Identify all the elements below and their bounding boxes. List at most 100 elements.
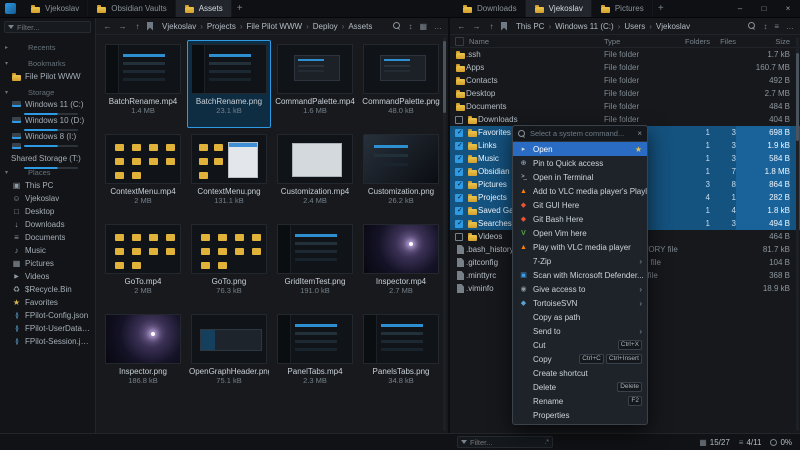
table-row[interactable]: DesktopFile folder2.7 MB: [450, 87, 800, 100]
grid-item[interactable]: Inspector.png186.8 kB: [101, 310, 185, 398]
column-header-size[interactable]: Size: [736, 37, 790, 46]
menu-item[interactable]: Open Vim here: [513, 226, 647, 240]
grid-item[interactable]: OpenGraphHeader.png75.1 kB: [187, 310, 271, 398]
menu-item[interactable]: Scan with Microsoft Defender...: [513, 268, 647, 282]
breadcrumb-segment[interactable]: Windows 11 (C:): [546, 22, 615, 31]
menu-item[interactable]: DeleteDelete: [513, 380, 647, 394]
sidebar-item[interactable]: Windows 11 (C:): [0, 99, 95, 115]
grid-item[interactable]: GridItemTest.png191.0 kB: [273, 220, 357, 308]
menu-item[interactable]: Open in Terminal: [513, 170, 647, 184]
grid-item[interactable]: PanelTabs.mp42.3 MB: [273, 310, 357, 398]
sidebar-item[interactable]: ▾Storage: [0, 86, 95, 99]
grid-item[interactable]: Customization.png26.2 kB: [359, 130, 443, 218]
row-checkbox[interactable]: [455, 116, 463, 124]
new-tab-button[interactable]: +: [653, 0, 669, 17]
menu-item[interactable]: Open★: [513, 142, 647, 156]
breadcrumb-segment[interactable]: Projects: [198, 22, 238, 31]
sidebar-item[interactable]: Windows 10 (D:): [0, 115, 95, 131]
sort-icon[interactable]: [763, 22, 767, 31]
sidebar-item[interactable]: Documents: [0, 231, 95, 244]
back-button[interactable]: ←: [456, 22, 467, 31]
row-checkbox[interactable]: [455, 181, 463, 189]
scrollbar[interactable]: [796, 37, 799, 431]
row-checkbox[interactable]: [455, 194, 463, 202]
menu-item[interactable]: Git Bash Here: [513, 212, 647, 226]
regex-toggle[interactable]: .*: [544, 439, 549, 446]
back-button[interactable]: ←: [102, 22, 113, 31]
menu-item[interactable]: Properties: [513, 408, 647, 422]
table-row[interactable]: ContactsFile folder492 B: [450, 74, 800, 87]
grid-item[interactable]: ContextMenu.mp42 MB: [101, 130, 185, 218]
minimize-button[interactable]: –: [728, 0, 752, 17]
forward-button[interactable]: →: [471, 22, 482, 31]
view-grid-icon[interactable]: [419, 22, 427, 31]
sidebar-item[interactable]: Videos: [0, 270, 95, 283]
menu-item[interactable]: Send to›: [513, 324, 647, 338]
select-all-checkbox[interactable]: [455, 37, 464, 46]
menu-item[interactable]: Git GUI Here: [513, 198, 647, 212]
row-checkbox[interactable]: [455, 168, 463, 176]
status-chip[interactable]: 0%: [770, 438, 792, 447]
grid-item[interactable]: CommandPalette.mp41.6 MB: [273, 40, 357, 128]
new-tab-button[interactable]: +: [232, 0, 248, 17]
context-menu-search[interactable]: Select a system command... ×: [513, 126, 647, 142]
bookmark-icon[interactable]: [147, 22, 153, 31]
row-checkbox[interactable]: [455, 142, 463, 150]
breadcrumb-segment[interactable]: Vjekoslav: [160, 22, 198, 31]
sort-icon[interactable]: [408, 22, 412, 31]
menu-item[interactable]: RenameF2: [513, 394, 647, 408]
row-checkbox[interactable]: [455, 155, 463, 163]
breadcrumb-segment[interactable]: This PC: [514, 22, 546, 31]
menu-item[interactable]: Play with VLC media player: [513, 240, 647, 254]
sidebar-item[interactable]: Vjekoslav: [0, 192, 95, 205]
menu-item[interactable]: Give access to›: [513, 282, 647, 296]
grid-item[interactable]: GoTo.png76.3 kB: [187, 220, 271, 308]
scrollbar-thumb[interactable]: [796, 53, 799, 141]
row-checkbox[interactable]: [455, 129, 463, 137]
list-filter-input[interactable]: [470, 438, 541, 447]
close-icon[interactable]: ×: [637, 129, 642, 138]
sidebar-item[interactable]: Desktop: [0, 205, 95, 218]
sidebar-item[interactable]: FPilot-Config.json: [0, 309, 95, 322]
tab[interactable]: Obsidian Vaults: [88, 0, 175, 17]
sidebar-item[interactable]: Shared Storage (T:): [0, 147, 95, 163]
row-checkbox[interactable]: [455, 207, 463, 215]
column-header-name[interactable]: Name: [469, 37, 604, 46]
breadcrumb-segment[interactable]: Assets: [340, 22, 375, 31]
menu-item[interactable]: CopyCtrl+CCtrl+Insert: [513, 352, 647, 366]
menu-item[interactable]: TortoiseSVN›: [513, 296, 647, 310]
grid-item[interactable]: Customization.mp42.4 MB: [273, 130, 357, 218]
view-list-icon[interactable]: [774, 22, 779, 31]
close-button[interactable]: ×: [776, 0, 800, 17]
up-button[interactable]: ↑: [486, 22, 497, 31]
grid-item[interactable]: BatchRename.png23.1 kB: [187, 40, 271, 128]
table-row[interactable]: .sshFile folder1.7 kB: [450, 48, 800, 61]
row-checkbox[interactable]: [455, 220, 463, 228]
scrollbar-thumb[interactable]: [443, 41, 446, 113]
tab[interactable]: Vjekoslav: [526, 0, 592, 17]
breadcrumb-segment[interactable]: Deploy: [304, 22, 340, 31]
breadcrumb-segment[interactable]: File Pilot WWW: [238, 22, 304, 31]
grid-item[interactable]: Inspector.mp42.7 MB: [359, 220, 443, 308]
sidebar-item[interactable]: FPilot-Session.json: [0, 335, 95, 348]
grid-item[interactable]: CommandPalette.png48.0 kB: [359, 40, 443, 128]
sidebar-item[interactable]: ▾Places: [0, 166, 95, 179]
status-chip[interactable]: 4/11: [739, 438, 762, 447]
grid-item[interactable]: GoTo.mp42 MB: [101, 220, 185, 308]
sidebar-item[interactable]: Music: [0, 244, 95, 257]
tab[interactable]: Downloads: [454, 0, 526, 17]
sidebar-item[interactable]: ▾Bookmarks: [0, 57, 95, 70]
column-header-files[interactable]: Files: [710, 37, 736, 46]
menu-item[interactable]: Pin to Quick access: [513, 156, 647, 170]
menu-item[interactable]: CutCtrl+X: [513, 338, 647, 352]
column-header-folders[interactable]: Folders: [682, 37, 710, 46]
tab[interactable]: Assets: [176, 0, 232, 17]
sidebar-item[interactable]: This PC: [0, 179, 95, 192]
sidebar-filter-input[interactable]: [17, 23, 87, 32]
scrollbar[interactable]: [443, 37, 446, 431]
bookmark-icon[interactable]: [501, 22, 507, 31]
grid-item[interactable]: BatchRename.mp41.4 MB: [101, 40, 185, 128]
table-row[interactable]: AppsFile folder160.7 MB: [450, 61, 800, 74]
search-icon[interactable]: [748, 22, 756, 30]
sidebar-item[interactable]: Downloads: [0, 218, 95, 231]
